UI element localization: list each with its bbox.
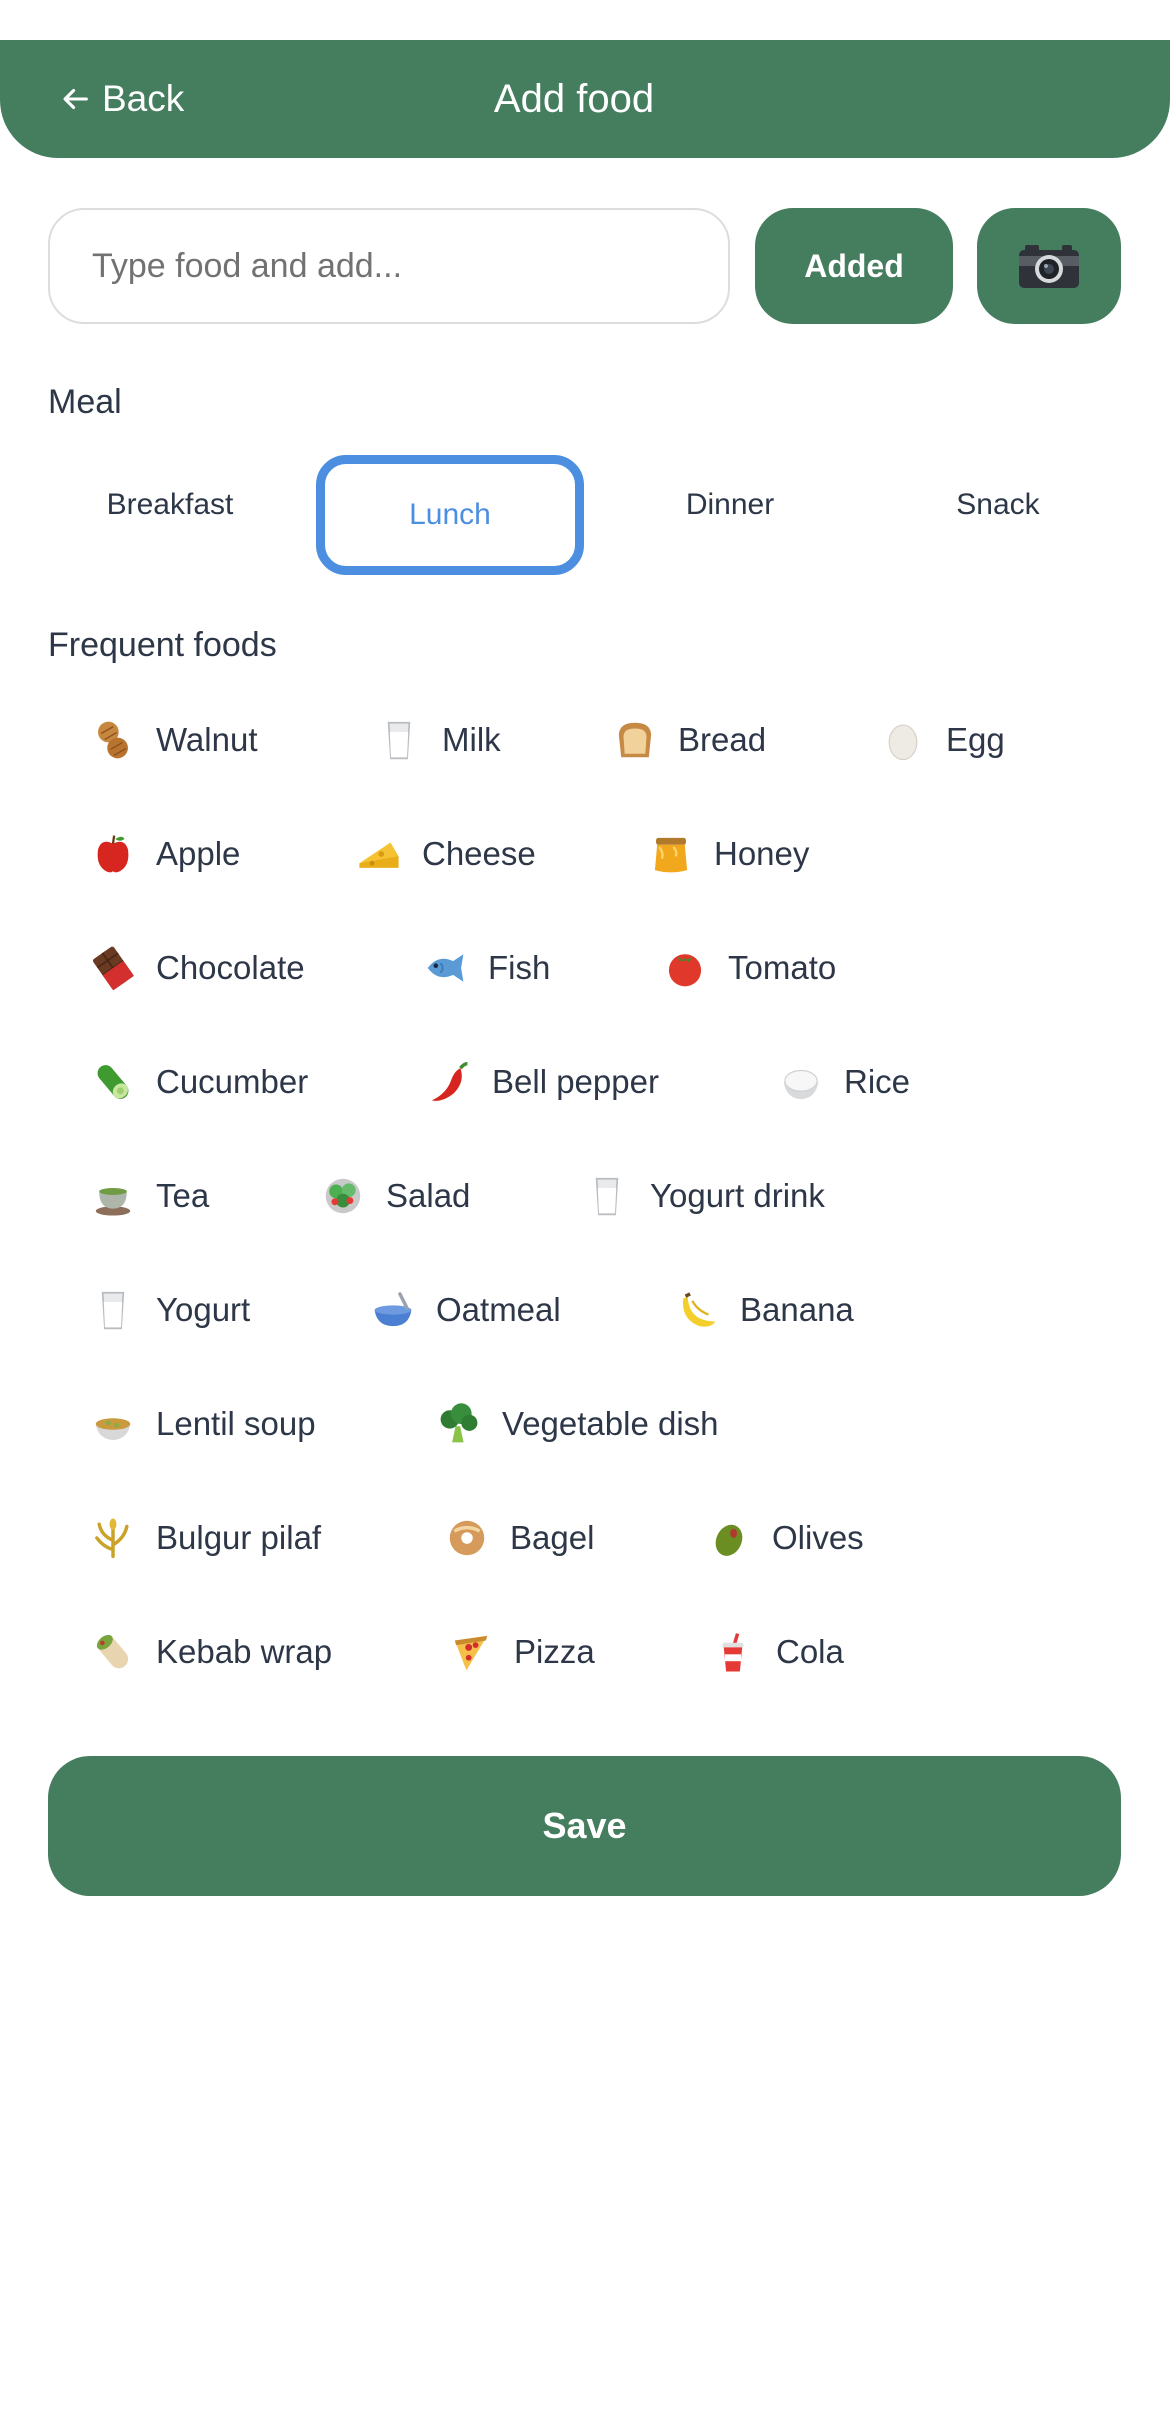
food-label: Cucumber [156, 1063, 309, 1100]
food-chip-chocolate[interactable]: Chocolate [90, 938, 305, 998]
milk-glass-icon [376, 717, 422, 763]
save-button[interactable]: Save [48, 1756, 1121, 1896]
meal-tab-snack[interactable]: Snack [888, 455, 1108, 555]
food-label: Tea [156, 1177, 210, 1214]
food-chip-yogurt[interactable]: Yogurt [90, 1280, 250, 1340]
food-label: Fish [488, 949, 551, 986]
food-chip-egg[interactable]: Egg [880, 710, 1005, 770]
tea-icon [90, 1173, 136, 1219]
food-label: Cola [776, 1633, 844, 1670]
food-label: Banana [740, 1291, 854, 1328]
food-chip-apple[interactable]: Apple [90, 824, 240, 884]
food-chip-bulgur-pilaf[interactable]: Bulgur pilaf [90, 1508, 321, 1568]
food-chip-milk[interactable]: Milk [376, 710, 501, 770]
food-label: Egg [946, 721, 1005, 758]
hot-pepper-icon [426, 1059, 472, 1105]
food-chip-oatmeal[interactable]: Oatmeal [370, 1280, 561, 1340]
food-label: Bulgur pilaf [156, 1519, 322, 1556]
food-chip-cheese[interactable]: Cheese [356, 824, 536, 884]
food-label: Milk [442, 721, 501, 758]
camera-button[interactable] [977, 208, 1121, 324]
cheese-icon [356, 831, 402, 877]
meal-tab-dinner[interactable]: Dinner [620, 455, 840, 555]
food-label: Apple [156, 835, 241, 872]
food-chip-fish[interactable]: Fish [422, 938, 550, 998]
food-label: Walnut [156, 721, 258, 758]
cup-with-straw-icon [710, 1629, 756, 1675]
food-label: Bagel [510, 1519, 595, 1556]
food-chip-vegetable-dish[interactable]: Vegetable dish [436, 1394, 719, 1454]
bowl-icon [370, 1287, 416, 1333]
food-chip-olives[interactable]: Olives [706, 1508, 864, 1568]
food-label: Lentil soup [156, 1405, 316, 1442]
food-chip-lentil-soup[interactable]: Lentil soup [90, 1394, 316, 1454]
food-label: Honey [714, 835, 810, 872]
grain-icon [90, 1515, 136, 1561]
chocolate-icon [90, 945, 136, 991]
food-label: Salad [386, 1177, 471, 1214]
arrow-left-icon [63, 88, 88, 110]
food-chip-yogurt-drink[interactable]: Yogurt drink [584, 1166, 825, 1226]
food-chip-cucumber[interactable]: Cucumber [90, 1052, 308, 1112]
food-label: Bread [678, 721, 767, 758]
food-chip-bagel[interactable]: Bagel [444, 1508, 594, 1568]
drink-glass-icon [584, 1173, 630, 1219]
food-label: Yogurt drink [650, 1177, 825, 1214]
food-search-input[interactable] [48, 208, 730, 324]
food-chip-honey[interactable]: Honey [648, 824, 809, 884]
broccoli-icon [436, 1401, 482, 1447]
apple-icon [90, 831, 136, 877]
food-label: Cheese [422, 835, 536, 872]
banana-icon [674, 1287, 720, 1333]
food-chip-walnut[interactable]: Walnut [90, 710, 257, 770]
food-chip-kebab-wrap[interactable]: Kebab wrap [90, 1622, 332, 1682]
rice-icon [778, 1059, 824, 1105]
salad-icon [320, 1173, 366, 1219]
camera-icon [1019, 245, 1079, 288]
cucumber-icon [90, 1059, 136, 1105]
soup-icon [90, 1401, 136, 1447]
peanuts-icon [90, 717, 136, 763]
meal-tab-breakfast[interactable]: Breakfast [60, 455, 280, 555]
food-chip-salad[interactable]: Salad [320, 1166, 470, 1226]
food-label: Vegetable dish [502, 1405, 719, 1442]
food-label: Rice [844, 1063, 911, 1100]
top-bar: Back Add food [0, 40, 1170, 158]
food-chip-tomato[interactable]: Tomato [662, 938, 836, 998]
food-label: Bell pepper [492, 1063, 659, 1100]
honey-pot-icon [648, 831, 694, 877]
egg-icon [880, 717, 926, 763]
tomato-icon [662, 945, 708, 991]
bagel-icon [444, 1515, 490, 1561]
frequent-foods-label: Frequent foods [48, 626, 277, 664]
back-button[interactable]: Back [58, 40, 184, 158]
food-chip-rice[interactable]: Rice [778, 1052, 910, 1112]
back-label: Back [102, 78, 185, 119]
food-label: Tomato [728, 949, 837, 986]
food-label: Chocolate [156, 949, 305, 986]
food-chip-pizza[interactable]: Pizza [448, 1622, 595, 1682]
food-chip-tea[interactable]: Tea [90, 1166, 209, 1226]
food-label: Yogurt [156, 1291, 251, 1328]
food-chip-bread[interactable]: Bread [612, 710, 766, 770]
food-chip-cola[interactable]: Cola [710, 1622, 844, 1682]
fish-icon [422, 945, 468, 991]
yogurt-glass-icon [90, 1287, 136, 1333]
meal-label: Meal [48, 383, 122, 421]
food-label: Oatmeal [436, 1291, 561, 1328]
food-label: Olives [772, 1519, 864, 1556]
food-label: Kebab wrap [156, 1633, 333, 1670]
meal-tab-lunch[interactable]: Lunch [316, 455, 584, 575]
food-chip-banana[interactable]: Banana [674, 1280, 854, 1340]
pizza-icon [448, 1629, 494, 1675]
food-label: Pizza [514, 1633, 595, 1670]
burrito-icon [90, 1629, 136, 1675]
food-chip-bell-pepper[interactable]: Bell pepper [426, 1052, 659, 1112]
olive-icon [706, 1515, 752, 1561]
added-button[interactable]: Added [755, 208, 953, 324]
bread-icon [612, 717, 658, 763]
